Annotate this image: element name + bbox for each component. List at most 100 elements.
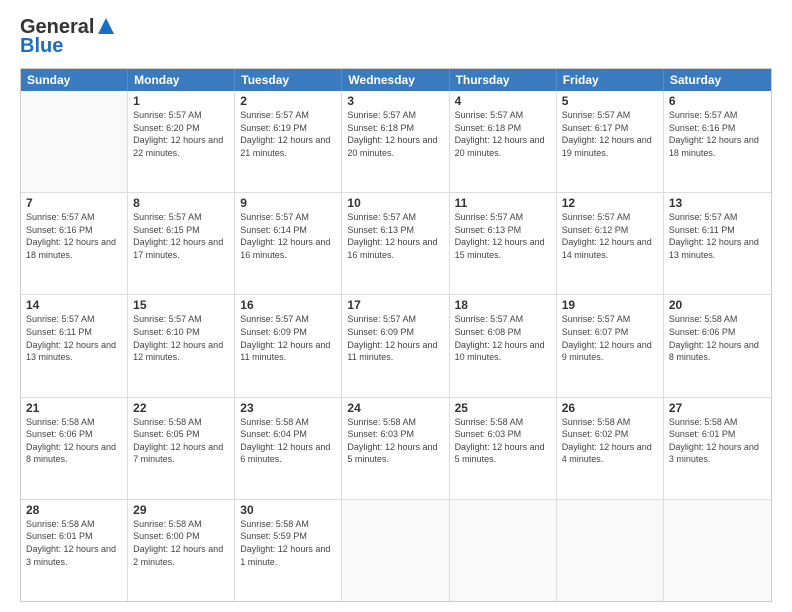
day-info: Sunrise: 5:58 AMSunset: 6:06 PMDaylight:…: [26, 416, 122, 466]
day-info: Sunrise: 5:57 AMSunset: 6:18 PMDaylight:…: [455, 109, 551, 159]
day-info: Sunrise: 5:57 AMSunset: 6:16 PMDaylight:…: [26, 211, 122, 261]
day-number: 17: [347, 298, 443, 312]
header-day-monday: Monday: [128, 69, 235, 91]
logo-icon: [96, 16, 116, 36]
day-number: 26: [562, 401, 658, 415]
calendar-week-5: 28Sunrise: 5:58 AMSunset: 6:01 PMDayligh…: [21, 500, 771, 601]
day-info: Sunrise: 5:57 AMSunset: 6:18 PMDaylight:…: [347, 109, 443, 159]
calendar-cell: 6Sunrise: 5:57 AMSunset: 6:16 PMDaylight…: [664, 91, 771, 192]
calendar-cell: 24Sunrise: 5:58 AMSunset: 6:03 PMDayligh…: [342, 398, 449, 499]
header-day-sunday: Sunday: [21, 69, 128, 91]
day-info: Sunrise: 5:58 AMSunset: 5:59 PMDaylight:…: [240, 518, 336, 568]
day-number: 29: [133, 503, 229, 517]
day-number: 12: [562, 196, 658, 210]
calendar-cell: [450, 500, 557, 601]
day-number: 9: [240, 196, 336, 210]
day-info: Sunrise: 5:57 AMSunset: 6:08 PMDaylight:…: [455, 313, 551, 363]
day-info: Sunrise: 5:57 AMSunset: 6:14 PMDaylight:…: [240, 211, 336, 261]
day-number: 10: [347, 196, 443, 210]
day-number: 18: [455, 298, 551, 312]
day-info: Sunrise: 5:57 AMSunset: 6:11 PMDaylight:…: [669, 211, 766, 261]
day-info: Sunrise: 5:58 AMSunset: 6:04 PMDaylight:…: [240, 416, 336, 466]
calendar-cell: 4Sunrise: 5:57 AMSunset: 6:18 PMDaylight…: [450, 91, 557, 192]
header: General Blue: [20, 16, 772, 58]
calendar-cell: 1Sunrise: 5:57 AMSunset: 6:20 PMDaylight…: [128, 91, 235, 192]
day-number: 19: [562, 298, 658, 312]
day-info: Sunrise: 5:58 AMSunset: 6:01 PMDaylight:…: [669, 416, 766, 466]
day-info: Sunrise: 5:58 AMSunset: 6:03 PMDaylight:…: [347, 416, 443, 466]
day-number: 24: [347, 401, 443, 415]
calendar-cell: 30Sunrise: 5:58 AMSunset: 5:59 PMDayligh…: [235, 500, 342, 601]
calendar-cell: 10Sunrise: 5:57 AMSunset: 6:13 PMDayligh…: [342, 193, 449, 294]
day-info: Sunrise: 5:57 AMSunset: 6:09 PMDaylight:…: [240, 313, 336, 363]
calendar-cell: 9Sunrise: 5:57 AMSunset: 6:14 PMDaylight…: [235, 193, 342, 294]
calendar-cell: 18Sunrise: 5:57 AMSunset: 6:08 PMDayligh…: [450, 295, 557, 396]
calendar-cell: 19Sunrise: 5:57 AMSunset: 6:07 PMDayligh…: [557, 295, 664, 396]
calendar-cell: 22Sunrise: 5:58 AMSunset: 6:05 PMDayligh…: [128, 398, 235, 499]
calendar-cell: 5Sunrise: 5:57 AMSunset: 6:17 PMDaylight…: [557, 91, 664, 192]
header-day-friday: Friday: [557, 69, 664, 91]
calendar-cell: 7Sunrise: 5:57 AMSunset: 6:16 PMDaylight…: [21, 193, 128, 294]
day-number: 14: [26, 298, 122, 312]
calendar-week-4: 21Sunrise: 5:58 AMSunset: 6:06 PMDayligh…: [21, 398, 771, 500]
header-day-wednesday: Wednesday: [342, 69, 449, 91]
calendar-cell: 28Sunrise: 5:58 AMSunset: 6:01 PMDayligh…: [21, 500, 128, 601]
day-number: 1: [133, 94, 229, 108]
calendar-cell: 26Sunrise: 5:58 AMSunset: 6:02 PMDayligh…: [557, 398, 664, 499]
calendar-cell: 29Sunrise: 5:58 AMSunset: 6:00 PMDayligh…: [128, 500, 235, 601]
day-info: Sunrise: 5:57 AMSunset: 6:15 PMDaylight:…: [133, 211, 229, 261]
day-number: 15: [133, 298, 229, 312]
calendar-cell: [342, 500, 449, 601]
day-info: Sunrise: 5:58 AMSunset: 6:06 PMDaylight:…: [669, 313, 766, 363]
logo-blue: Blue: [20, 35, 63, 58]
calendar-cell: 27Sunrise: 5:58 AMSunset: 6:01 PMDayligh…: [664, 398, 771, 499]
calendar-cell: 12Sunrise: 5:57 AMSunset: 6:12 PMDayligh…: [557, 193, 664, 294]
calendar-week-2: 7Sunrise: 5:57 AMSunset: 6:16 PMDaylight…: [21, 193, 771, 295]
day-number: 25: [455, 401, 551, 415]
day-number: 4: [455, 94, 551, 108]
calendar-cell: 21Sunrise: 5:58 AMSunset: 6:06 PMDayligh…: [21, 398, 128, 499]
calendar-week-1: 1Sunrise: 5:57 AMSunset: 6:20 PMDaylight…: [21, 91, 771, 193]
page: General Blue SundayMondayTuesdayWednesda…: [0, 0, 792, 612]
calendar-cell: [21, 91, 128, 192]
day-info: Sunrise: 5:57 AMSunset: 6:19 PMDaylight:…: [240, 109, 336, 159]
calendar-cell: [664, 500, 771, 601]
day-info: Sunrise: 5:57 AMSunset: 6:20 PMDaylight:…: [133, 109, 229, 159]
day-number: 13: [669, 196, 766, 210]
header-day-tuesday: Tuesday: [235, 69, 342, 91]
day-info: Sunrise: 5:58 AMSunset: 6:02 PMDaylight:…: [562, 416, 658, 466]
day-number: 21: [26, 401, 122, 415]
calendar-cell: 14Sunrise: 5:57 AMSunset: 6:11 PMDayligh…: [21, 295, 128, 396]
calendar-cell: 13Sunrise: 5:57 AMSunset: 6:11 PMDayligh…: [664, 193, 771, 294]
day-info: Sunrise: 5:57 AMSunset: 6:16 PMDaylight:…: [669, 109, 766, 159]
day-number: 2: [240, 94, 336, 108]
day-number: 5: [562, 94, 658, 108]
day-number: 7: [26, 196, 122, 210]
calendar-cell: 2Sunrise: 5:57 AMSunset: 6:19 PMDaylight…: [235, 91, 342, 192]
day-info: Sunrise: 5:57 AMSunset: 6:17 PMDaylight:…: [562, 109, 658, 159]
day-info: Sunrise: 5:57 AMSunset: 6:11 PMDaylight:…: [26, 313, 122, 363]
day-number: 23: [240, 401, 336, 415]
day-info: Sunrise: 5:58 AMSunset: 6:03 PMDaylight:…: [455, 416, 551, 466]
day-info: Sunrise: 5:57 AMSunset: 6:12 PMDaylight:…: [562, 211, 658, 261]
calendar-cell: 11Sunrise: 5:57 AMSunset: 6:13 PMDayligh…: [450, 193, 557, 294]
calendar-cell: 20Sunrise: 5:58 AMSunset: 6:06 PMDayligh…: [664, 295, 771, 396]
day-number: 11: [455, 196, 551, 210]
day-number: 6: [669, 94, 766, 108]
day-info: Sunrise: 5:58 AMSunset: 6:00 PMDaylight:…: [133, 518, 229, 568]
day-info: Sunrise: 5:58 AMSunset: 6:01 PMDaylight:…: [26, 518, 122, 568]
day-info: Sunrise: 5:57 AMSunset: 6:13 PMDaylight:…: [455, 211, 551, 261]
calendar-cell: 15Sunrise: 5:57 AMSunset: 6:10 PMDayligh…: [128, 295, 235, 396]
calendar-week-3: 14Sunrise: 5:57 AMSunset: 6:11 PMDayligh…: [21, 295, 771, 397]
calendar: SundayMondayTuesdayWednesdayThursdayFrid…: [20, 68, 772, 602]
calendar-cell: 17Sunrise: 5:57 AMSunset: 6:09 PMDayligh…: [342, 295, 449, 396]
calendar-body: 1Sunrise: 5:57 AMSunset: 6:20 PMDaylight…: [21, 91, 771, 601]
day-info: Sunrise: 5:58 AMSunset: 6:05 PMDaylight:…: [133, 416, 229, 466]
header-day-thursday: Thursday: [450, 69, 557, 91]
day-number: 30: [240, 503, 336, 517]
header-day-saturday: Saturday: [664, 69, 771, 91]
calendar-cell: [557, 500, 664, 601]
day-number: 8: [133, 196, 229, 210]
calendar-cell: 25Sunrise: 5:58 AMSunset: 6:03 PMDayligh…: [450, 398, 557, 499]
calendar-cell: 16Sunrise: 5:57 AMSunset: 6:09 PMDayligh…: [235, 295, 342, 396]
